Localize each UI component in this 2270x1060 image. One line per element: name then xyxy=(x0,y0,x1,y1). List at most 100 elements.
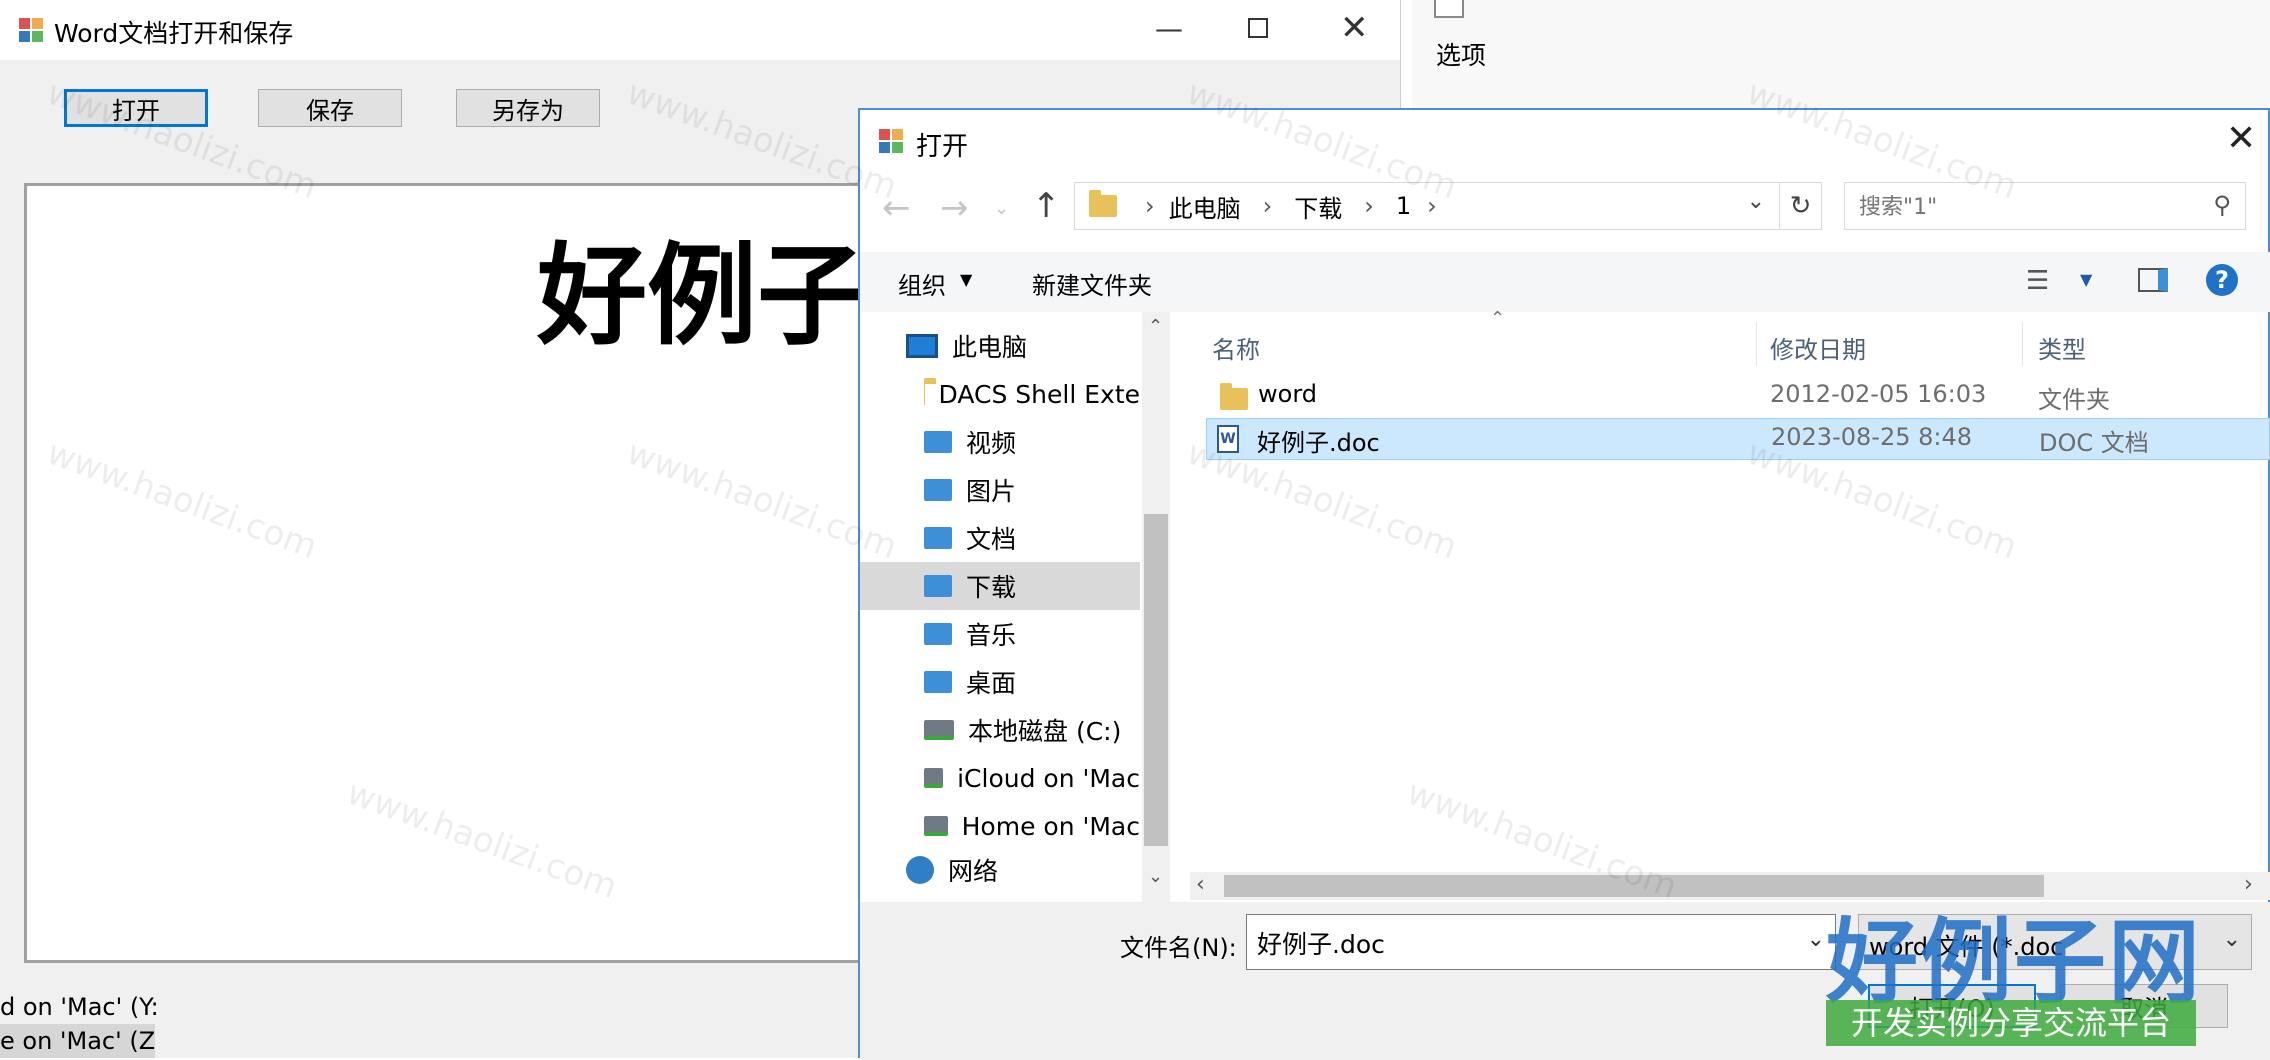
documents-folder-icon xyxy=(924,527,952,549)
file-name: 好例子.doc xyxy=(1257,429,1380,457)
options-icon xyxy=(1434,0,1464,18)
view-list-icon[interactable]: ☰ xyxy=(2026,266,2049,296)
breadcrumb-item[interactable]: 下载 xyxy=(1294,189,1342,224)
open-dialog: 打开 ✕ ← → ⌄ ↑ › 此电脑 › 下载 › 1 › ⌄ ↻ ⚲ 组织 ▼… xyxy=(858,108,2270,1060)
preview-pane-icon[interactable] xyxy=(2138,268,2168,292)
dialog-open-button[interactable]: 打开(O) xyxy=(1868,984,2036,1028)
recent-dropdown-icon[interactable]: ⌄ xyxy=(994,198,1009,219)
refresh-icon: ↻ xyxy=(1789,191,1812,221)
dialog-toolbar: 组织 ▼ 新建文件夹 ☰ ▼ ? xyxy=(860,252,2270,312)
search-box[interactable]: ⚲ xyxy=(1844,182,2246,230)
file-type: 文件夹 xyxy=(2038,386,2110,414)
nav-item-videos[interactable]: 视频 xyxy=(860,418,1190,466)
nav-item-label: 视频 xyxy=(966,429,1017,458)
nav-item-icloud[interactable]: iCloud on 'Mac xyxy=(860,754,1140,802)
column-header-name[interactable]: 名称 xyxy=(1212,330,1260,365)
scroll-up-icon[interactable]: ⌃ xyxy=(1148,316,1163,337)
search-icon: ⚲ xyxy=(2213,191,2231,219)
navigation-pane: 此电脑 DACS Shell Exte 视频 图片 文档 下载 音乐 桌面 本地… xyxy=(860,312,1190,902)
nav-item-label: 此电脑 xyxy=(952,333,1028,362)
folder-icon xyxy=(1089,190,1117,217)
nav-item-label: Home on 'Mac xyxy=(961,811,1140,841)
chevron-down-icon[interactable]: ⌄ xyxy=(1747,189,1765,214)
scrollbar-thumb[interactable] xyxy=(1144,514,1168,846)
caret-down-icon[interactable]: ▼ xyxy=(2080,270,2092,289)
scroll-left-icon[interactable]: ‹ xyxy=(1196,872,1205,897)
music-folder-icon xyxy=(924,623,952,645)
scroll-right-icon[interactable]: › xyxy=(2244,872,2253,897)
column-header-modified[interactable]: 修改日期 xyxy=(1770,330,1866,365)
column-header-type[interactable]: 类型 xyxy=(2038,330,2086,365)
chevron-down-icon[interactable]: ⌄ xyxy=(1807,927,1825,952)
save-as-button[interactable]: 另存为 xyxy=(456,89,600,127)
nav-scrollbar[interactable]: ⌃ ⌄ xyxy=(1142,312,1170,902)
nav-item-dacs[interactable]: DACS Shell Exte xyxy=(860,370,1140,418)
nav-item-pictures[interactable]: 图片 xyxy=(860,466,1190,514)
file-modified: 2023-08-25 8:48 xyxy=(1771,423,1972,451)
nav-item-downloads[interactable]: 下载 xyxy=(860,562,1140,610)
dialog-cancel-button[interactable]: 取消 xyxy=(2060,984,2228,1028)
minimize-icon[interactable]: — xyxy=(1155,12,1183,45)
scroll-down-icon[interactable]: ⌄ xyxy=(1148,866,1163,887)
nav-item-label: 网络 xyxy=(948,857,999,886)
nav-item-desktop[interactable]: 桌面 xyxy=(860,658,1190,706)
file-modified: 2012-02-05 16:03 xyxy=(1770,380,1987,408)
organize-menu[interactable]: 组织 xyxy=(898,266,946,301)
breadcrumb-item[interactable]: 1 xyxy=(1396,192,1411,220)
file-name: word xyxy=(1258,380,1317,408)
options-label[interactable]: 选项 xyxy=(1436,36,1486,72)
document-text: 好例子 xyxy=(537,231,867,360)
dialog-close-icon[interactable]: ✕ xyxy=(2226,118,2256,159)
nav-item-this-pc[interactable]: 此电脑 xyxy=(860,322,1190,370)
breadcrumb-item[interactable]: 此电脑 xyxy=(1169,189,1241,224)
maximize-icon[interactable] xyxy=(1248,18,1268,38)
filename-label: 文件名(N): xyxy=(1120,934,1237,962)
nav-item-label: 桌面 xyxy=(966,669,1017,698)
refresh-button[interactable]: ↻ xyxy=(1780,182,1822,230)
network-icon xyxy=(906,856,934,884)
dialog-title: 打开 xyxy=(916,132,969,162)
back-arrow-icon[interactable]: ← xyxy=(882,188,911,228)
nav-item-label: 下载 xyxy=(966,573,1017,602)
file-type-filter[interactable]: word 文件 (*.doc ⌄ xyxy=(1858,914,2252,970)
filename-combobox[interactable]: ⌄ xyxy=(1246,914,1836,970)
address-bar[interactable]: › 此电脑 › 下载 › 1 › ⌄ xyxy=(1074,182,1780,230)
nav-item-home[interactable]: Home on 'Mac xyxy=(860,802,1140,850)
filename-input[interactable] xyxy=(1255,925,1779,961)
nav-item-music[interactable]: 音乐 xyxy=(860,610,1190,658)
close-icon[interactable]: ✕ xyxy=(1340,8,1369,48)
app-icon xyxy=(18,17,44,43)
chevron-down-icon: ⌄ xyxy=(2222,927,2241,952)
list-item[interactable]: e on 'Mac' (Z: xyxy=(0,1024,155,1058)
new-folder-button[interactable]: 新建文件夹 xyxy=(1032,266,1152,301)
column-divider[interactable] xyxy=(2022,322,2023,366)
file-row[interactable]: word 2012-02-05 16:03 文件夹 xyxy=(1212,376,2270,416)
caret-down-icon: ▼ xyxy=(960,270,973,289)
pictures-folder-icon xyxy=(924,479,952,501)
forward-arrow-icon[interactable]: → xyxy=(940,188,969,228)
scrollbar-thumb[interactable] xyxy=(1224,875,2044,897)
network-drive-icon xyxy=(924,816,948,836)
folder-icon xyxy=(1220,383,1248,410)
save-button[interactable]: 保存 xyxy=(258,89,402,127)
list-item[interactable]: d on 'Mac' (Y: xyxy=(0,990,300,1024)
desktop-folder-icon xyxy=(924,671,952,693)
nav-item-label: iCloud on 'Mac xyxy=(957,763,1140,793)
file-row-selected[interactable]: W 好例子.doc 2023-08-25 8:48 DOC 文档 xyxy=(1206,418,2270,460)
bottom-list: d on 'Mac' (Y: e on 'Mac' (Z: xyxy=(0,990,300,1058)
nav-item-network[interactable]: 网络 xyxy=(860,850,1190,890)
drive-icon xyxy=(924,720,954,740)
nav-item-local-disk[interactable]: 本地磁盘 (C:) xyxy=(860,706,1190,754)
open-button[interactable]: 打开 xyxy=(64,89,208,127)
nav-item-label: DACS Shell Exte xyxy=(938,379,1140,409)
nav-item-documents[interactable]: 文档 xyxy=(860,514,1190,562)
search-input[interactable] xyxy=(1857,191,2181,223)
computer-icon xyxy=(906,334,938,358)
file-list: ⌃ 名称 修改日期 类型 word 2012-02-05 16:03 文件夹 W… xyxy=(1190,308,2270,902)
horizontal-scrollbar[interactable]: ‹ › xyxy=(1190,872,2270,900)
title-bar: Word文档打开和保存 — ✕ xyxy=(0,0,1400,60)
up-arrow-icon[interactable]: ↑ xyxy=(1032,186,1061,226)
column-divider[interactable] xyxy=(1756,322,1757,366)
nav-item-label: 音乐 xyxy=(966,621,1017,650)
help-icon[interactable]: ? xyxy=(2206,264,2238,296)
